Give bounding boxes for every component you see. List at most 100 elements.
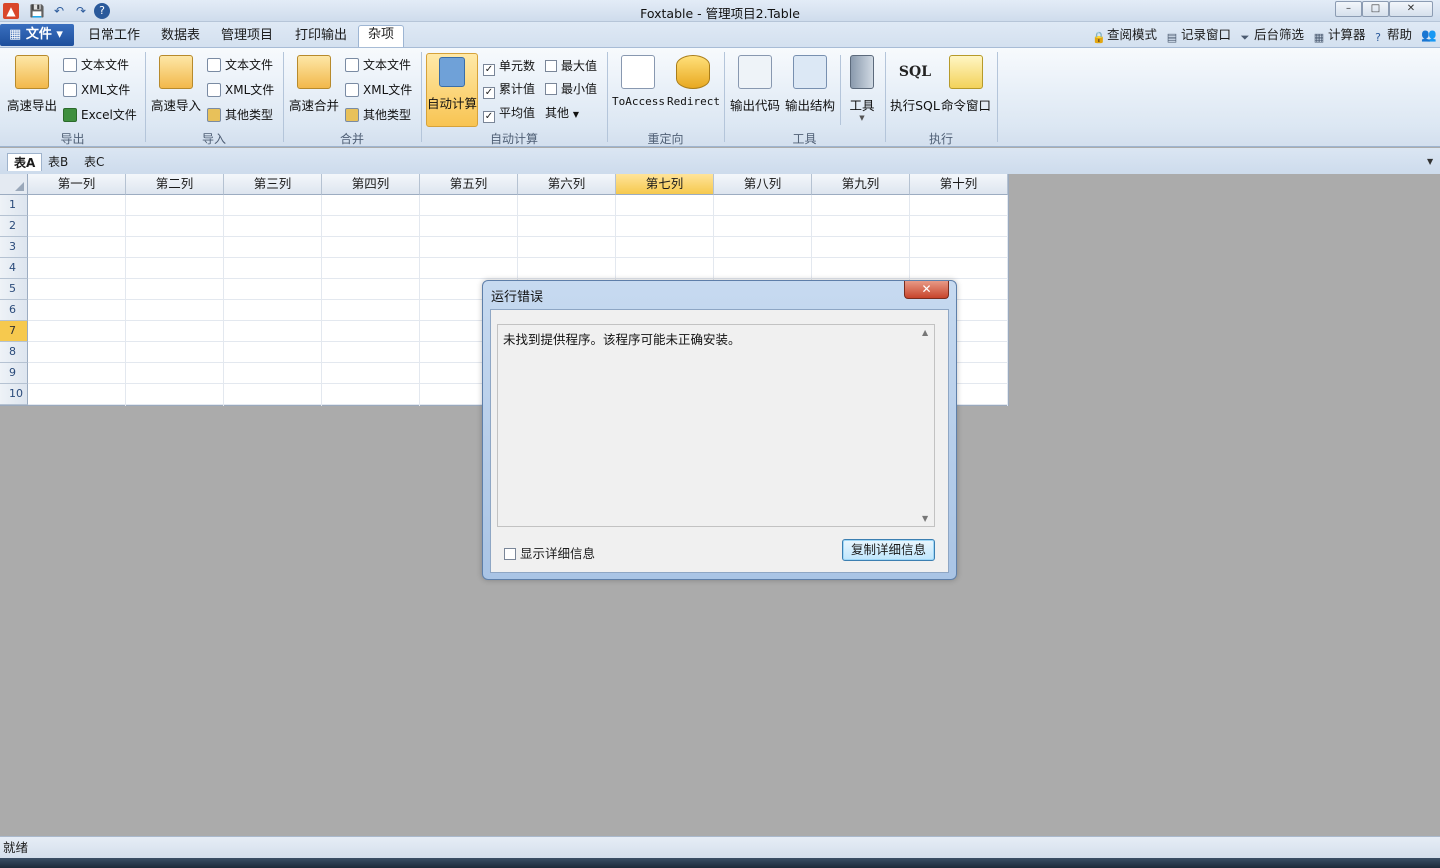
column-header[interactable]: 第六列 — [518, 174, 616, 195]
help-label: 帮助 — [1387, 27, 1413, 42]
grid-column-line — [125, 195, 126, 406]
export-structure-button[interactable]: 输出结构 — [784, 53, 836, 125]
cell-count-label: 单元数 — [499, 59, 536, 73]
help-button[interactable]: ? 帮助 — [1372, 27, 1413, 44]
execute-sql-button[interactable]: SQL 执行SQL — [890, 53, 940, 125]
auto-calc-button[interactable]: 自动计算 — [426, 53, 478, 127]
maximize-button[interactable]: □ — [1362, 1, 1389, 17]
scroll-up-icon[interactable]: ▲ — [922, 328, 928, 337]
import-other-type[interactable]: 其他类型 — [207, 106, 273, 126]
scroll-down-icon[interactable]: ▼ — [922, 514, 928, 523]
file-menu-button[interactable]: ▦ 文件 ▾ — [0, 24, 74, 46]
row-header[interactable]: 7 — [0, 321, 28, 342]
background-filter-button[interactable]: ⏷ 后台筛选 — [1239, 27, 1305, 44]
merge-other-type[interactable]: 其他类型 — [345, 106, 411, 126]
export-group-label: 导出 — [60, 132, 85, 146]
tab-misc[interactable]: 杂项 — [358, 25, 405, 47]
lock-icon: 🔒 — [1092, 31, 1106, 44]
checkbox-unchecked[interactable] — [545, 83, 557, 95]
tab-data-table[interactable]: 数据表 — [152, 27, 209, 47]
import-text-file[interactable]: 文本文件 — [207, 56, 273, 76]
message-scrollbar[interactable]: ▲ ▼ — [919, 324, 935, 527]
database-icon — [676, 55, 710, 89]
merge-xml-file[interactable]: XML文件 — [345, 81, 412, 101]
copy-details-button[interactable]: 复制详细信息 — [842, 539, 935, 561]
export-text-file[interactable]: 文本文件 — [63, 56, 129, 76]
check-max[interactable]: 最大值 — [545, 57, 597, 77]
file-menu-label: 文件 — [25, 27, 52, 42]
show-details-checkbox[interactable]: 显示详细信息 — [504, 543, 595, 562]
to-access-button[interactable]: ToAccess — [612, 53, 665, 125]
select-all-corner[interactable] — [0, 174, 28, 195]
export-xml-file[interactable]: XML文件 — [63, 81, 130, 101]
error-message-box[interactable]: 未找到提供程序。该程序可能未正确安装。 — [497, 324, 921, 527]
export-xml-label: XML文件 — [81, 83, 131, 97]
checkbox-unchecked[interactable] — [545, 60, 557, 72]
checkbox-checked[interactable]: ✓ — [483, 111, 495, 123]
checkbox-checked[interactable]: ✓ — [483, 64, 495, 76]
other-dropdown[interactable]: 其他 ▼ — [545, 104, 579, 124]
import-xml-file[interactable]: XML文件 — [207, 81, 274, 101]
tools-dropdown-button[interactable]: 工具 ▼ — [845, 53, 879, 125]
close-window-button[interactable]: ✕ — [1389, 1, 1433, 17]
users-icon[interactable]: 👥 — [1421, 27, 1437, 43]
tab-manage-project[interactable]: 管理项目 — [212, 27, 282, 47]
column-header[interactable]: 第八列 — [714, 174, 812, 195]
export-excel-file[interactable]: Excel文件 — [63, 106, 137, 126]
row-header[interactable]: 6 — [0, 300, 28, 321]
column-header[interactable]: 第十列 — [910, 174, 1008, 195]
xml-file-icon — [345, 83, 359, 97]
row-header[interactable]: 2 — [0, 216, 28, 237]
tab-daily-work[interactable]: 日常工作 — [79, 27, 149, 47]
row-header[interactable]: 4 — [0, 258, 28, 279]
dialog-close-button[interactable]: ✕ — [904, 281, 949, 299]
calculator-button[interactable]: ▦ 计算器 — [1313, 27, 1366, 44]
column-header[interactable]: 第五列 — [420, 174, 518, 195]
sheet-list-dropdown-icon[interactable]: ▼ — [1427, 157, 1433, 166]
check-min[interactable]: 最小值 — [545, 80, 597, 100]
fast-export-button[interactable]: 高速导出 — [4, 53, 60, 125]
redirect-button[interactable]: Redirect — [667, 53, 720, 125]
checkbox-unchecked[interactable] — [504, 548, 516, 560]
fast-merge-button[interactable]: 高速合并 — [286, 53, 342, 125]
fast-import-label: 高速导入 — [150, 98, 201, 113]
tools-label: 工具 — [849, 98, 875, 113]
column-header[interactable]: 第四列 — [322, 174, 420, 195]
sheet-tab-a[interactable]: 表A — [7, 153, 43, 171]
sheet-tab-c[interactable]: 表C — [78, 153, 110, 171]
checkbox-checked[interactable]: ✓ — [483, 87, 495, 99]
row-header[interactable]: 1 — [0, 195, 28, 216]
column-header[interactable]: 第九列 — [812, 174, 910, 195]
export-code-button[interactable]: 输出代码 — [729, 53, 781, 125]
command-window-label: 命令窗口 — [940, 98, 991, 113]
row-header[interactable]: 3 — [0, 237, 28, 258]
table-export-icon — [621, 55, 655, 89]
row-header[interactable]: 8 — [0, 342, 28, 363]
row-header[interactable]: 10 — [0, 384, 28, 405]
fast-import-button[interactable]: 高速导入 — [148, 53, 204, 125]
grid-column-line — [223, 195, 224, 406]
row-header[interactable]: 9 — [0, 363, 28, 384]
sheet-tab-b[interactable]: 表B — [42, 153, 74, 171]
other-type-icon — [345, 108, 359, 122]
tab-print-output[interactable]: 打印输出 — [286, 27, 356, 47]
check-cumulative[interactable]: ✓ 累计值 — [483, 80, 535, 100]
merge-text-file[interactable]: 文本文件 — [345, 56, 411, 76]
sql-icon: SQL — [898, 64, 932, 80]
column-header[interactable]: 第三列 — [224, 174, 322, 195]
read-mode-button[interactable]: 🔒查阅模式 — [1092, 27, 1157, 44]
column-header[interactable]: 第二列 — [126, 174, 224, 195]
wrench-icon — [850, 55, 874, 89]
background-filter-label: 后台筛选 — [1254, 27, 1305, 42]
check-average[interactable]: ✓ 平均值 — [483, 104, 535, 124]
row-header[interactable]: 5 — [0, 279, 28, 300]
command-window-button[interactable]: 命令窗口 — [940, 53, 992, 125]
minimize-button[interactable]: – — [1335, 1, 1362, 17]
check-cell-count[interactable]: ✓ 单元数 — [483, 57, 535, 77]
group-divider — [607, 52, 608, 142]
column-header[interactable]: 第一列 — [28, 174, 126, 195]
column-header[interactable]: 第七列 — [616, 174, 714, 195]
max-label: 最大值 — [561, 59, 598, 73]
window-icon: ▤ — [1166, 31, 1178, 44]
record-window-button[interactable]: ▤ 记录窗口 — [1166, 27, 1231, 44]
